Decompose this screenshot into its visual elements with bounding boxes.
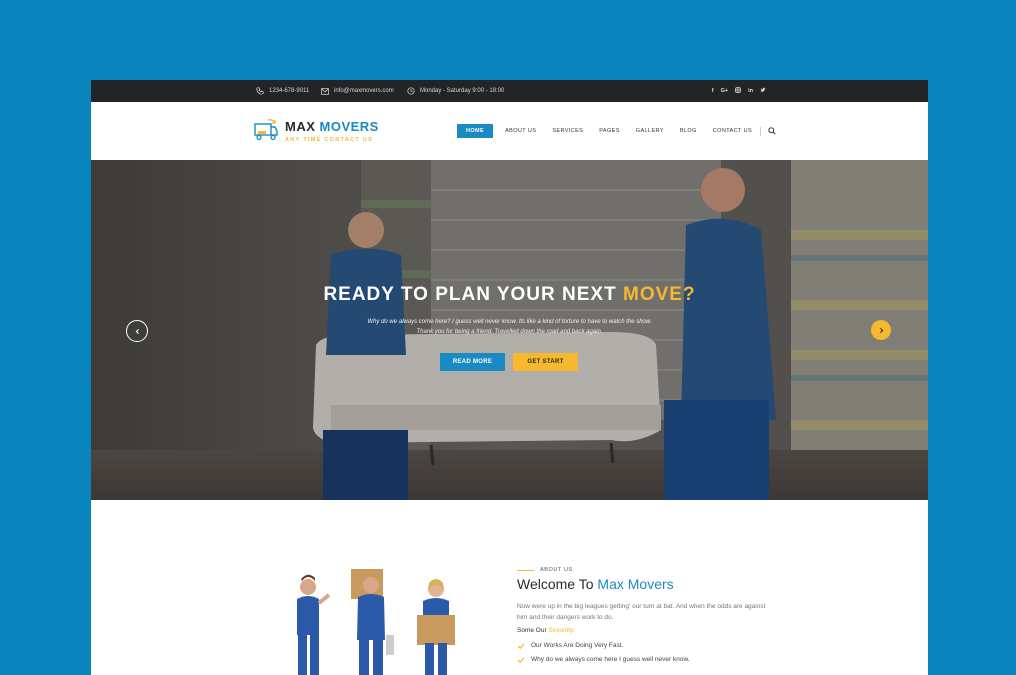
main-nav: HOME ABOUT US SERVICES PAGES GALLERY BLO… (457, 124, 777, 138)
logo-tagline: ANY TIME CONTACT US (285, 136, 374, 143)
about-paragraph: Now were up in the big leagues getting' … (517, 603, 766, 621)
hero-slider: READY TO PLAN YOUR NEXT MOVE? Why do we … (91, 160, 928, 500)
phone-icon (256, 87, 264, 95)
list-item: Why do we always come here I guess well … (517, 656, 777, 663)
topbar-email[interactable]: info@maxmovers.com (321, 80, 394, 102)
logo-title: MAX MOVERS (285, 118, 379, 134)
browser-frame: 1234-678-9011 info@maxmovers.com Monday … (91, 80, 928, 675)
about-sub-part2: Sincerity. (548, 627, 575, 634)
about-label-text: ABOUT US (540, 567, 573, 573)
search-icon (768, 127, 776, 135)
instagram-icon[interactable] (735, 87, 741, 95)
nav-home[interactable]: HOME (457, 124, 494, 138)
nav-divider (760, 126, 762, 136)
list-item-text: Why do we always come here I guess well … (531, 656, 690, 663)
social-links: f G+ in (712, 80, 766, 102)
hero-title-part1: READY TO PLAN YOUR NEXT (323, 284, 617, 305)
chevron-left-icon (135, 328, 139, 334)
nav-services[interactable]: SERVICES (544, 124, 591, 138)
site-logo[interactable]: MAX MOVERS ANY TIME CONTACT US (253, 118, 379, 144)
nav-gallery[interactable]: GALLERY (628, 124, 672, 138)
google-plus-icon[interactable]: G+ (721, 88, 729, 94)
nav-about-us[interactable]: ABOUT US (497, 124, 544, 138)
nav-contact-us[interactable]: CONTACT US (705, 124, 760, 138)
feature-list: Our Works Are Doing Very Fast. Why do we… (517, 642, 777, 663)
logo-text: MAX MOVERS ANY TIME CONTACT US (285, 118, 379, 143)
list-item-text: Our Works Are Doing Very Fast. (531, 642, 624, 649)
about-title: Welcome To Max Movers (517, 576, 777, 592)
hero-title-highlight: MOVE? (623, 284, 696, 305)
about-title-part2: Max Movers (597, 576, 674, 592)
logo-title-part2: MOVERS (319, 118, 379, 134)
chevron-right-icon (879, 327, 883, 333)
hero-buttons: READ MORE GET START (440, 353, 578, 371)
topbar-hours-text: Monday - Saturday 9:00 - 18:00 (420, 88, 505, 94)
topbar-email-text: info@maxmovers.com (334, 88, 394, 94)
top-bar: 1234-678-9011 info@maxmovers.com Monday … (91, 80, 928, 102)
topbar-hours: Monday - Saturday 9:00 - 18:00 (407, 80, 504, 102)
topbar-phone-text: 1234-678-9011 (269, 88, 310, 94)
read-more-button[interactable]: READ MORE (440, 353, 505, 371)
clock-icon (407, 87, 415, 95)
logo-title-part1: MAX (285, 118, 316, 134)
hero-title: READY TO PLAN YOUR NEXT MOVE? (91, 284, 928, 306)
search-button[interactable] (767, 126, 777, 136)
linkedin-icon[interactable]: in (748, 88, 753, 94)
about-section: ABOUT US Welcome To Max Movers Now were … (517, 567, 777, 670)
about-subheading: Some Our Sincerity. (517, 627, 777, 634)
envelope-icon (321, 87, 329, 95)
slider-prev-button[interactable] (126, 320, 148, 342)
about-sub-part1: Some Our (517, 627, 547, 634)
check-icon (517, 656, 525, 663)
nav-pages[interactable]: PAGES (591, 124, 628, 138)
get-start-button[interactable]: GET START (513, 353, 578, 371)
facebook-icon[interactable]: f (712, 88, 714, 94)
movers-team-image (297, 569, 455, 675)
site-header: MAX MOVERS ANY TIME CONTACT US HOME ABOU… (91, 102, 928, 161)
label-line (517, 569, 534, 571)
slider-next-button[interactable] (871, 320, 891, 340)
check-icon (517, 642, 525, 649)
hero-subtitle: Why do we always come here? I guess well… (367, 319, 652, 335)
list-item: Our Works Are Doing Very Fast. (517, 642, 777, 649)
about-label: ABOUT US (517, 567, 777, 573)
topbar-phone[interactable]: 1234-678-9011 (256, 80, 309, 102)
nav-blog[interactable]: BLOG (672, 124, 705, 138)
truck-logo-icon (254, 119, 278, 141)
twitter-icon[interactable] (760, 87, 766, 95)
about-title-part1: Welcome To (517, 576, 594, 592)
